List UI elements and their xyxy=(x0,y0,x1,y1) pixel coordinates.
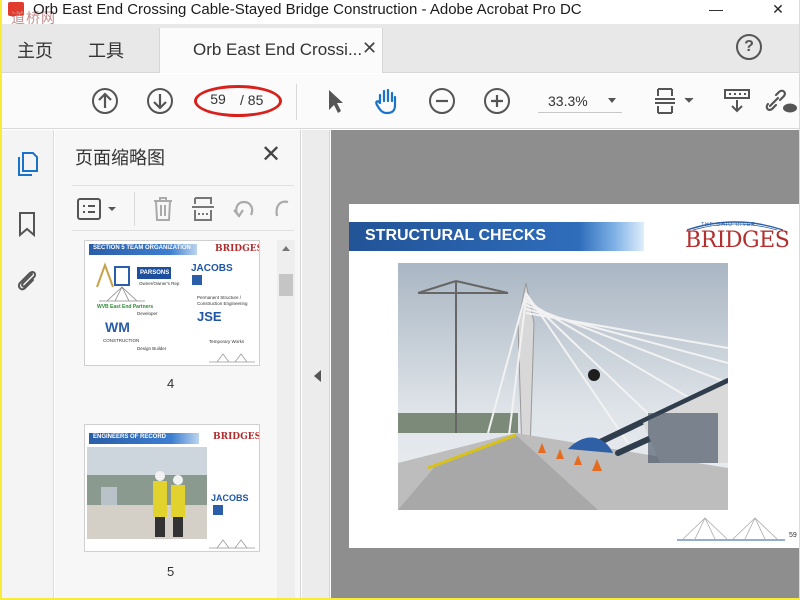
page-fit-icon[interactable] xyxy=(652,86,698,116)
thumb-bridges-logo: BRIDGES xyxy=(213,432,260,442)
bridge-mini-icon xyxy=(99,286,145,302)
panel-splitter[interactable] xyxy=(302,130,330,598)
select-arrow-icon[interactable] xyxy=(320,86,350,116)
page-thumbnails-icon[interactable] xyxy=(14,150,40,178)
wm-logo: WM xyxy=(105,319,130,335)
page-thumbnails-panel: 页面缩略图 ✕ SECTION 5 TEAM ORGANIZATION BRID… xyxy=(55,130,301,598)
wm-construction-label: CONSTRUCTION xyxy=(103,338,140,343)
jacobs-logo: JACOBS xyxy=(191,263,233,274)
thumbnail-scrollbar[interactable] xyxy=(277,240,295,598)
jacobs-logo: JACOBS xyxy=(211,493,249,503)
document-view[interactable]: STRUCTURAL CHECKS THE OHIO RIVER BRIDGES xyxy=(331,130,799,598)
share-link-icon[interactable] xyxy=(764,86,798,116)
wvb-logo: WVB East End Partners xyxy=(97,304,154,310)
document-tab-label: Orb East End Crossi... xyxy=(193,40,363,59)
toolbar-divider xyxy=(296,84,297,120)
thumb-bridge-footer-icon xyxy=(209,539,255,549)
title-bar: 道桥网 Orb East End Crossing Cable-Stayed B… xyxy=(2,0,799,27)
extract-icon[interactable] xyxy=(190,195,216,223)
thumb-caption: Temporary Works xyxy=(209,339,245,344)
slide-title: STRUCTURAL CHECKS xyxy=(365,227,547,244)
main-toolbar: 59 / 85 33.3% xyxy=(2,74,799,129)
engineers-photo xyxy=(87,447,207,539)
collapse-arrow-icon[interactable] xyxy=(314,370,321,382)
thumb-heading-band: SECTION 5 TEAM ORGANIZATION xyxy=(89,244,197,255)
prev-page-icon[interactable] xyxy=(90,86,120,116)
next-page-icon[interactable] xyxy=(145,86,175,116)
jacobs-mark-icon xyxy=(192,275,202,285)
delete-icon[interactable] xyxy=(150,195,176,223)
bridges-logo: BRIDGES xyxy=(685,228,790,253)
thumb-caption: Permanent Structure / Construction Engin… xyxy=(197,295,248,306)
thumbnail-options-icon[interactable] xyxy=(76,196,122,222)
parsons-logo: PARSONS xyxy=(137,267,171,279)
scroll-up-icon[interactable] xyxy=(282,246,290,251)
minimize-button[interactable]: — xyxy=(702,0,730,20)
attachment-icon[interactable] xyxy=(14,266,40,294)
thumb-heading-band: ENGINEERS OF RECORD xyxy=(89,433,199,444)
redo-icon[interactable] xyxy=(268,196,294,222)
hand-icon[interactable] xyxy=(372,86,402,116)
bridges-footer-graphic xyxy=(677,517,785,541)
pdf-page: STRUCTURAL CHECKS THE OHIO RIVER BRIDGES xyxy=(349,204,799,548)
zoom-in-icon[interactable] xyxy=(482,86,512,116)
close-window-button[interactable]: ✕ xyxy=(764,0,792,20)
close-panel-icon[interactable]: ✕ xyxy=(261,140,281,169)
thumb-caption: Developer xyxy=(137,311,158,316)
thumbnail-page-number: 4 xyxy=(167,376,175,391)
window-title: Orb East End Crossing Cable-Stayed Bridg… xyxy=(33,1,582,18)
tab-home[interactable]: 主页 xyxy=(17,37,53,63)
jacobs-mark-icon xyxy=(213,505,223,515)
zoom-value: 33.3% xyxy=(548,93,588,109)
bridge-construction-photo xyxy=(398,263,728,510)
acrobat-window: 道桥网 Orb East End Crossing Cable-Stayed B… xyxy=(2,0,799,598)
thumb-heading: ENGINEERS OF RECORD xyxy=(93,434,167,440)
zoom-select[interactable]: 33.3% xyxy=(538,89,622,113)
undo-icon[interactable] xyxy=(230,196,258,222)
zoom-out-icon[interactable] xyxy=(427,86,457,116)
thumb-toolbar-divider xyxy=(134,192,135,226)
tab-bar: 主页 工具 Orb East End Crossi... ✕ ? xyxy=(2,24,799,73)
bookmark-icon[interactable] xyxy=(14,210,40,238)
chevron-down-icon xyxy=(608,98,616,103)
help-icon[interactable]: ? xyxy=(736,34,762,60)
close-tab-icon[interactable]: ✕ xyxy=(362,38,377,59)
thumbnail-page-5[interactable]: ENGINEERS OF RECORD BRIDGES JACOBS xyxy=(84,424,260,552)
slide-page-number: 59 xyxy=(789,532,797,539)
annotation-ellipse xyxy=(194,85,282,117)
panel-title: 页面缩略图 xyxy=(75,148,165,168)
tab-document[interactable]: Orb East End Crossi... ✕ xyxy=(159,28,383,73)
navigation-rail xyxy=(2,130,54,598)
jse-logo: JSE xyxy=(197,309,222,324)
thumb-bridges-logo: BRIDGES xyxy=(215,244,260,254)
thumbnail-toolbar xyxy=(72,185,294,231)
scrollbar-thumb[interactable] xyxy=(279,274,293,296)
thumb-caption: Design Builder xyxy=(137,346,167,351)
thumb-heading: SECTION 5 TEAM ORGANIZATION xyxy=(93,245,191,251)
scroll-mode-icon[interactable] xyxy=(722,86,752,116)
thumbnail-page-number: 5 xyxy=(167,564,175,579)
slide-title-band: STRUCTURAL CHECKS xyxy=(349,222,644,251)
thumb-bridge-footer-icon xyxy=(209,353,255,363)
thumbnail-page-4[interactable]: SECTION 5 TEAM ORGANIZATION BRIDGES PARS… xyxy=(84,240,260,366)
tab-tools[interactable]: 工具 xyxy=(88,37,124,63)
